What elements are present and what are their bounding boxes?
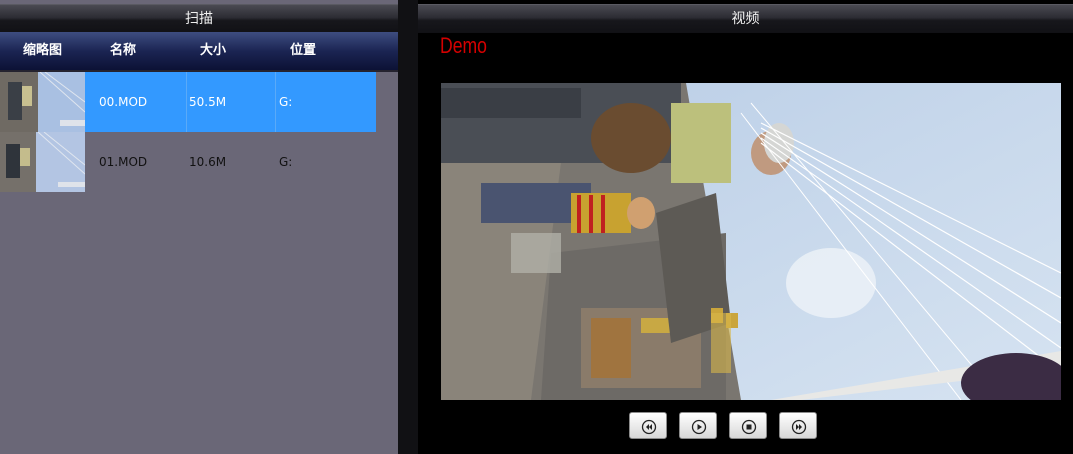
file-name: 01.MOD <box>99 155 148 169</box>
rewind-button[interactable] <box>629 412 667 439</box>
fast-forward-button[interactable] <box>779 412 817 439</box>
play-icon <box>691 419 707 435</box>
play-button[interactable] <box>679 412 717 439</box>
file-location: G: <box>279 155 293 169</box>
video-panel: 视频 Demo <box>418 0 1073 454</box>
file-row[interactable]: 00.MOD 50.5M G: <box>0 72 376 132</box>
panel-divider <box>398 0 418 454</box>
stop-icon <box>741 419 757 435</box>
video-display[interactable] <box>441 83 1061 400</box>
column-location[interactable]: 位置 <box>265 32 341 70</box>
demo-watermark: Demo <box>440 33 487 58</box>
scan-panel: 扫描 缩略图 名称 大小 位置 00.MOD 50.5M G: 01.MOD 1… <box>0 0 398 454</box>
file-size: 50.5M <box>189 95 227 109</box>
stop-button[interactable] <box>729 412 767 439</box>
column-thumbnail[interactable]: 缩略图 <box>0 32 85 70</box>
video-thumbnail <box>0 132 85 192</box>
fast-forward-icon <box>791 419 807 435</box>
file-name: 00.MOD <box>99 95 148 109</box>
file-location: G: <box>279 95 293 109</box>
file-row[interactable]: 01.MOD 10.6M G: <box>0 132 376 192</box>
video-thumbnail <box>0 72 85 132</box>
file-list-header: 缩略图 名称 大小 位置 <box>0 32 398 72</box>
rewind-icon <box>641 419 657 435</box>
scan-panel-title: 扫描 <box>0 4 398 33</box>
file-size: 10.6M <box>189 155 227 169</box>
column-name[interactable]: 名称 <box>85 32 161 70</box>
video-panel-title: 视频 <box>418 4 1073 33</box>
column-size[interactable]: 大小 <box>175 32 251 70</box>
